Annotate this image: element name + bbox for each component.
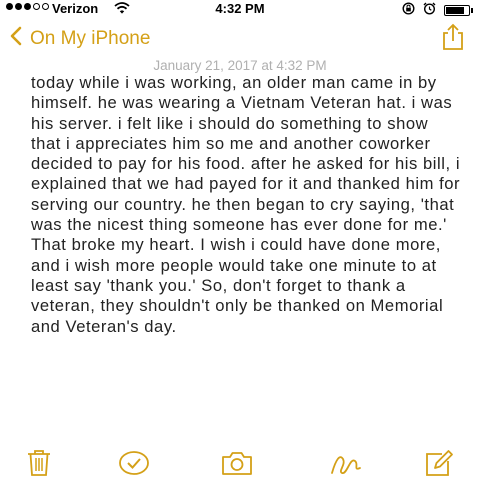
trash-icon[interactable] [26, 449, 52, 482]
battery-icon [444, 4, 473, 16]
share-icon [442, 23, 464, 55]
nav-bar: On My iPhone [0, 18, 480, 58]
back-label: On My iPhone [30, 28, 151, 49]
share-button[interactable] [442, 23, 464, 56]
camera-icon[interactable] [221, 449, 253, 482]
status-bar: Verizon 4:32 PM [0, 0, 480, 18]
back-button[interactable]: On My iPhone [10, 26, 150, 52]
checklist-icon[interactable] [118, 449, 150, 482]
lock-rotation-icon [402, 2, 415, 18]
chevron-left-icon [10, 26, 22, 52]
note-date: January 21, 2017 at 4:32 PM [153, 58, 327, 73]
alarm-icon [423, 2, 436, 18]
bottom-toolbar [0, 448, 480, 480]
compose-icon[interactable] [424, 449, 454, 482]
sketch-icon[interactable] [329, 449, 363, 482]
note-body[interactable]: today while i was working, an older man … [31, 73, 463, 337]
